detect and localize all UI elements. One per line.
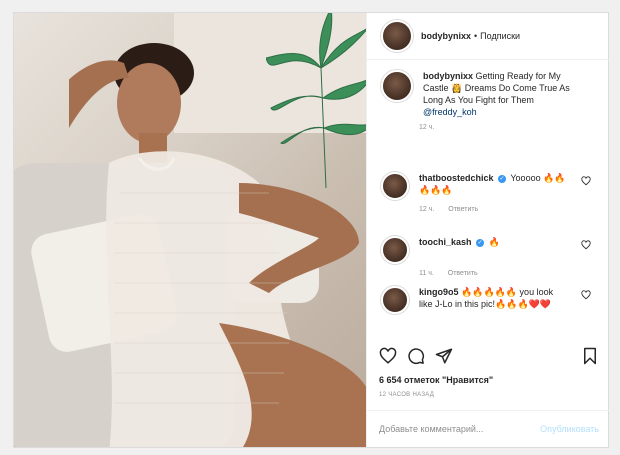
header-separator: • <box>474 31 478 41</box>
comment-text-block: thatboostedchick ✓ Yooooo 🔥🔥🔥🔥🔥 <box>419 172 569 200</box>
caption-username[interactable]: bodybynixx <box>423 71 473 81</box>
posted-time[interactable]: 12 ЧАСОВ НАЗАД <box>379 392 434 398</box>
comment-username[interactable]: toochi_kash <box>419 237 472 247</box>
comment-meta: 11 ч. Ответить <box>419 270 601 277</box>
caption-mention[interactable]: @freddy_koh <box>423 107 477 117</box>
comment-text-block: kingo9o5 🔥🔥🔥🔥🔥 you look like J-Lo in thi… <box>419 286 569 314</box>
caption-time[interactable]: 12 ч. <box>419 124 434 131</box>
reply-button[interactable]: Ответить <box>448 270 478 277</box>
follow-button[interactable]: Подписки <box>480 31 520 41</box>
bookmark-icon[interactable] <box>581 347 599 365</box>
comment-username[interactable]: thatboostedchick <box>419 173 494 183</box>
comment-icon[interactable] <box>407 347 425 365</box>
comment-meta: 12 ч. Ответить <box>419 206 601 213</box>
comment-like-heart-icon[interactable] <box>581 240 591 250</box>
comment-item: kingo9o5 🔥🔥🔥🔥🔥 you look like J-Lo in thi… <box>381 286 601 314</box>
likes-count[interactable]: 6 654 отметок "Нравится" <box>379 375 493 385</box>
verified-badge-icon: ✓ <box>498 174 507 183</box>
share-icon[interactable] <box>435 347 453 365</box>
comment-time[interactable]: 11 ч. <box>419 270 434 277</box>
action-bar <box>367 345 609 371</box>
post-header: bodybynixx • Подписки <box>367 13 609 60</box>
comment-time[interactable]: 12 ч. <box>419 206 434 213</box>
comment-text-block: toochi_kash ✓ 🔥 <box>419 236 569 264</box>
verified-badge-icon: ✓ <box>476 238 485 247</box>
post-sidebar: bodybynixx • Подписки bodybynixx Getting… <box>366 13 609 447</box>
comment-item: thatboostedchick ✓ Yooooo 🔥🔥🔥🔥🔥 12 ч. От… <box>381 172 601 213</box>
comment-username[interactable]: kingo9o5 <box>419 287 459 297</box>
photo-model-figure <box>69 43 366 447</box>
caption: bodybynixx Getting Ready for My Castle 👸… <box>381 70 601 131</box>
post-photo[interactable] <box>14 13 366 447</box>
comments-list: bodybynixx Getting Ready for My Castle 👸… <box>367 60 609 340</box>
comment-item: toochi_kash ✓ 🔥 11 ч. Ответить <box>381 236 601 277</box>
comment-like-heart-icon[interactable] <box>581 290 591 300</box>
avatar[interactable] <box>381 20 413 52</box>
comment-text: 🔥 <box>488 237 500 247</box>
reply-button[interactable]: Ответить <box>448 206 478 213</box>
comment-like-heart-icon[interactable] <box>581 176 591 186</box>
add-comment-bar: Добавьте комментарий... Опубликовать <box>367 410 609 448</box>
avatar[interactable] <box>381 172 409 200</box>
avatar[interactable] <box>381 286 409 314</box>
heart-icon[interactable] <box>379 347 397 365</box>
header-username[interactable]: bodybynixx <box>421 31 471 41</box>
comment-input[interactable]: Добавьте комментарий... <box>379 424 483 434</box>
caption-meta: 12 ч. <box>419 124 601 131</box>
caption-text-block: bodybynixx Getting Ready for My Castle 👸… <box>423 70 573 118</box>
avatar[interactable] <box>381 70 413 102</box>
avatar[interactable] <box>381 236 409 264</box>
publish-button[interactable]: Опубликовать <box>540 424 599 434</box>
post-frame: bodybynixx • Подписки bodybynixx Getting… <box>13 12 609 448</box>
